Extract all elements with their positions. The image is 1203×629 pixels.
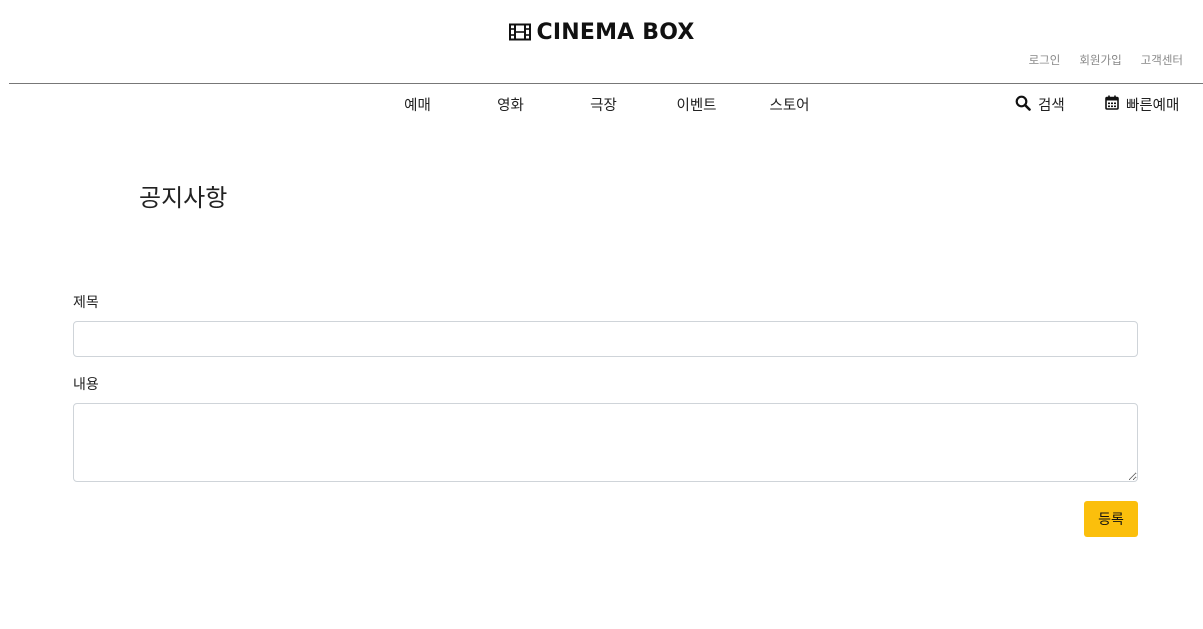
nav-item-booking[interactable]: 예매	[371, 94, 464, 115]
nav-item-store[interactable]: 스토어	[743, 94, 836, 115]
header-divider	[9, 83, 1203, 84]
content-label: 내용	[73, 377, 99, 393]
signup-link[interactable]: 회원가입	[1079, 52, 1121, 68]
field-gap	[73, 357, 1138, 374]
nav-menu: 예매 영화 극장 이벤트 스토어	[371, 94, 836, 115]
film-icon	[508, 22, 531, 47]
logo-text: CINEMA BOX	[536, 20, 695, 45]
submit-button[interactable]: 등록	[1084, 501, 1138, 537]
customer-center-link[interactable]: 고객센터	[1141, 52, 1183, 68]
nav-item-movies[interactable]: 영화	[464, 94, 557, 115]
nav-item-events[interactable]: 이벤트	[650, 94, 743, 115]
search-icon	[1015, 95, 1031, 115]
title-input[interactable]	[73, 321, 1138, 357]
quick-booking-label: 빠른예매	[1126, 98, 1180, 114]
site-logo[interactable]: CINEMA BOX	[0, 20, 1203, 47]
notice-form: 제목 내용 등록	[73, 292, 1138, 537]
calendar-icon	[1105, 95, 1119, 114]
title-label: 제목	[73, 295, 99, 311]
search-button[interactable]: 검색	[1015, 94, 1065, 115]
form-actions: 등록	[73, 501, 1138, 537]
utility-links: 로그인 회원가입 고객센터	[1029, 52, 1183, 68]
login-link[interactable]: 로그인	[1029, 52, 1061, 68]
quick-booking-button[interactable]: 빠른예매	[1105, 94, 1179, 115]
nav-item-theaters[interactable]: 극장	[557, 94, 650, 115]
page-title: 공지사항	[139, 184, 228, 212]
search-label: 검색	[1038, 98, 1065, 114]
content-textarea[interactable]	[73, 403, 1138, 482]
main-nav: 예매 영화 극장 이벤트 스토어 검색 빠른예매	[0, 94, 1203, 118]
